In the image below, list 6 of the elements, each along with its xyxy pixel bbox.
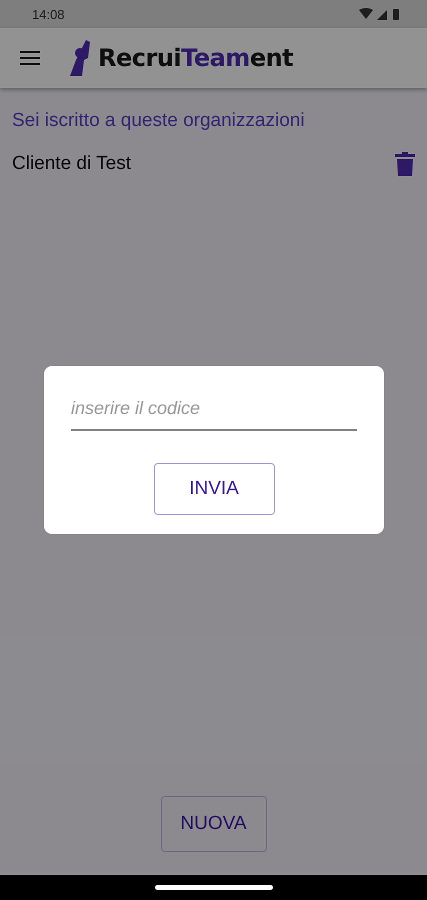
send-button[interactable]: INVIA [154,463,274,515]
app-logo: RecruiTeament [98,44,294,72]
organization-name: Cliente di Test [12,153,131,175]
new-button[interactable]: NUOVA [160,796,266,852]
section-title: Sei iscritto a queste organizzazioni [12,110,306,132]
status-time: 14:08 [32,6,65,22]
